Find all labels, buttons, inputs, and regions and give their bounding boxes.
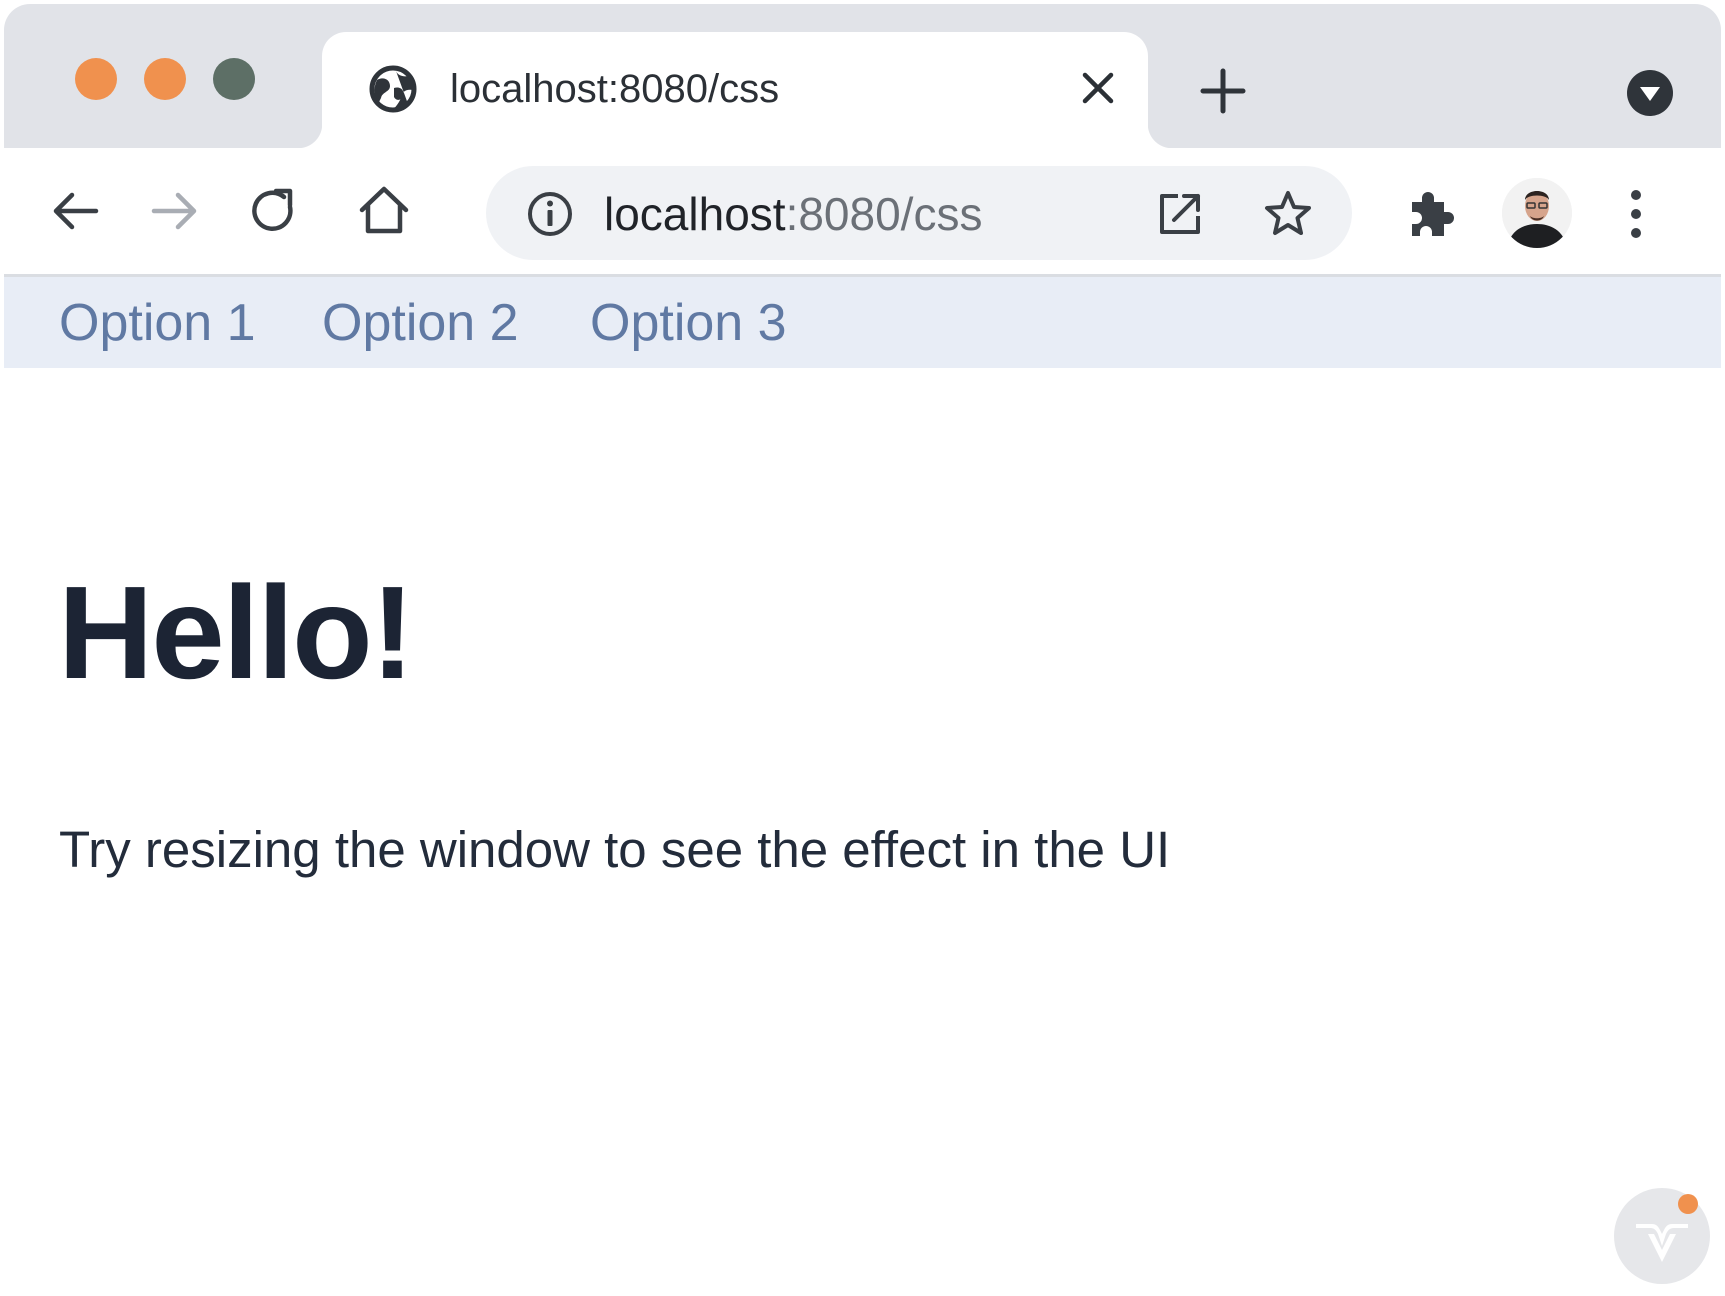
nav-option-1[interactable]: Option 1 (59, 293, 256, 353)
address-bar[interactable]: localhost:8080/css (486, 166, 1352, 260)
star-icon[interactable] (1262, 188, 1314, 240)
open-external-icon[interactable] (1156, 190, 1204, 238)
chevron-down-icon[interactable] (1625, 68, 1675, 118)
browser-window: localhost:8080/css localhost:8080/css Op… (4, 4, 1721, 1292)
page-content: Hello! Try resizing the window to see th… (4, 368, 1721, 1292)
profile-photo-icon (1502, 178, 1572, 248)
address-path: :8080/css (785, 188, 983, 240)
address-url[interactable]: localhost:8080/css (604, 186, 982, 242)
maximize-window-button[interactable] (213, 58, 255, 100)
reload-icon[interactable] (246, 183, 302, 239)
avatar[interactable] (1502, 178, 1572, 248)
browser-tab[interactable]: localhost:8080/css (298, 32, 1172, 148)
home-icon[interactable] (356, 183, 412, 239)
page-body-text: Try resizing the window to see the effec… (59, 821, 1171, 878)
plus-icon[interactable] (1200, 68, 1246, 114)
notification-dot (1678, 1194, 1698, 1214)
info-icon[interactable] (526, 190, 574, 238)
close-window-button[interactable] (75, 58, 117, 100)
app-nav-bar: Option 1 Option 2 Option 3 (4, 277, 1721, 368)
page-heading: Hello! (58, 559, 415, 706)
minimize-window-button[interactable] (144, 58, 186, 100)
tab-title: localhost:8080/css (450, 67, 780, 111)
arrow-right-icon[interactable] (146, 183, 202, 239)
nav-option-3[interactable]: Option 3 (590, 293, 787, 353)
nav-option-2[interactable]: Option 2 (322, 293, 519, 353)
kebab-icon[interactable] (1626, 188, 1646, 240)
arrow-left-icon[interactable] (48, 183, 104, 239)
tab-strip: localhost:8080/css (4, 4, 1721, 148)
address-host: localhost (604, 188, 786, 240)
puzzle-icon[interactable] (1402, 186, 1458, 242)
close-icon[interactable] (1080, 70, 1116, 106)
globe-icon (369, 65, 417, 113)
browser-toolbar: localhost:8080/css (4, 148, 1721, 277)
